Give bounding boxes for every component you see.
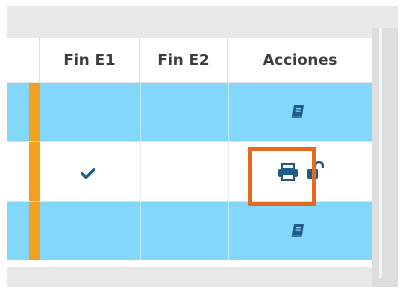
column-divider: [228, 142, 229, 201]
column-divider: [140, 202, 141, 260]
scrollbar-track: [379, 28, 382, 278]
header-status-column: [7, 38, 40, 82]
column-divider: [228, 202, 229, 260]
callout-highlight-box: [248, 147, 316, 206]
table-row[interactable]: [7, 202, 372, 260]
table-row[interactable]: [7, 83, 372, 141]
row-status-marker: [29, 83, 40, 141]
vertical-scrollbar[interactable]: [372, 28, 398, 287]
header-fin-e2-label: Fin E2: [157, 51, 210, 69]
header-acciones[interactable]: Acciones: [228, 38, 372, 82]
book-icon[interactable]: [290, 223, 306, 238]
header-acciones-label: Acciones: [262, 51, 338, 69]
table-header: Fin E1 Fin E2 Acciones: [7, 38, 372, 83]
table-row[interactable]: [7, 141, 372, 202]
header-fin-e1-label: Fin E1: [63, 51, 116, 69]
book-icon[interactable]: [290, 104, 306, 119]
check-icon: [81, 168, 95, 179]
data-table: Fin E1 Fin E2 Acciones: [7, 38, 372, 267]
panel-top-bar: [7, 6, 398, 35]
row-status-marker: [29, 202, 40, 260]
header-fin-e2[interactable]: Fin E2: [140, 38, 228, 82]
header-fin-e1[interactable]: Fin E1: [40, 38, 140, 82]
row-status-marker: [29, 142, 40, 201]
column-divider: [140, 83, 141, 141]
column-divider: [140, 142, 141, 201]
column-divider: [228, 83, 229, 141]
